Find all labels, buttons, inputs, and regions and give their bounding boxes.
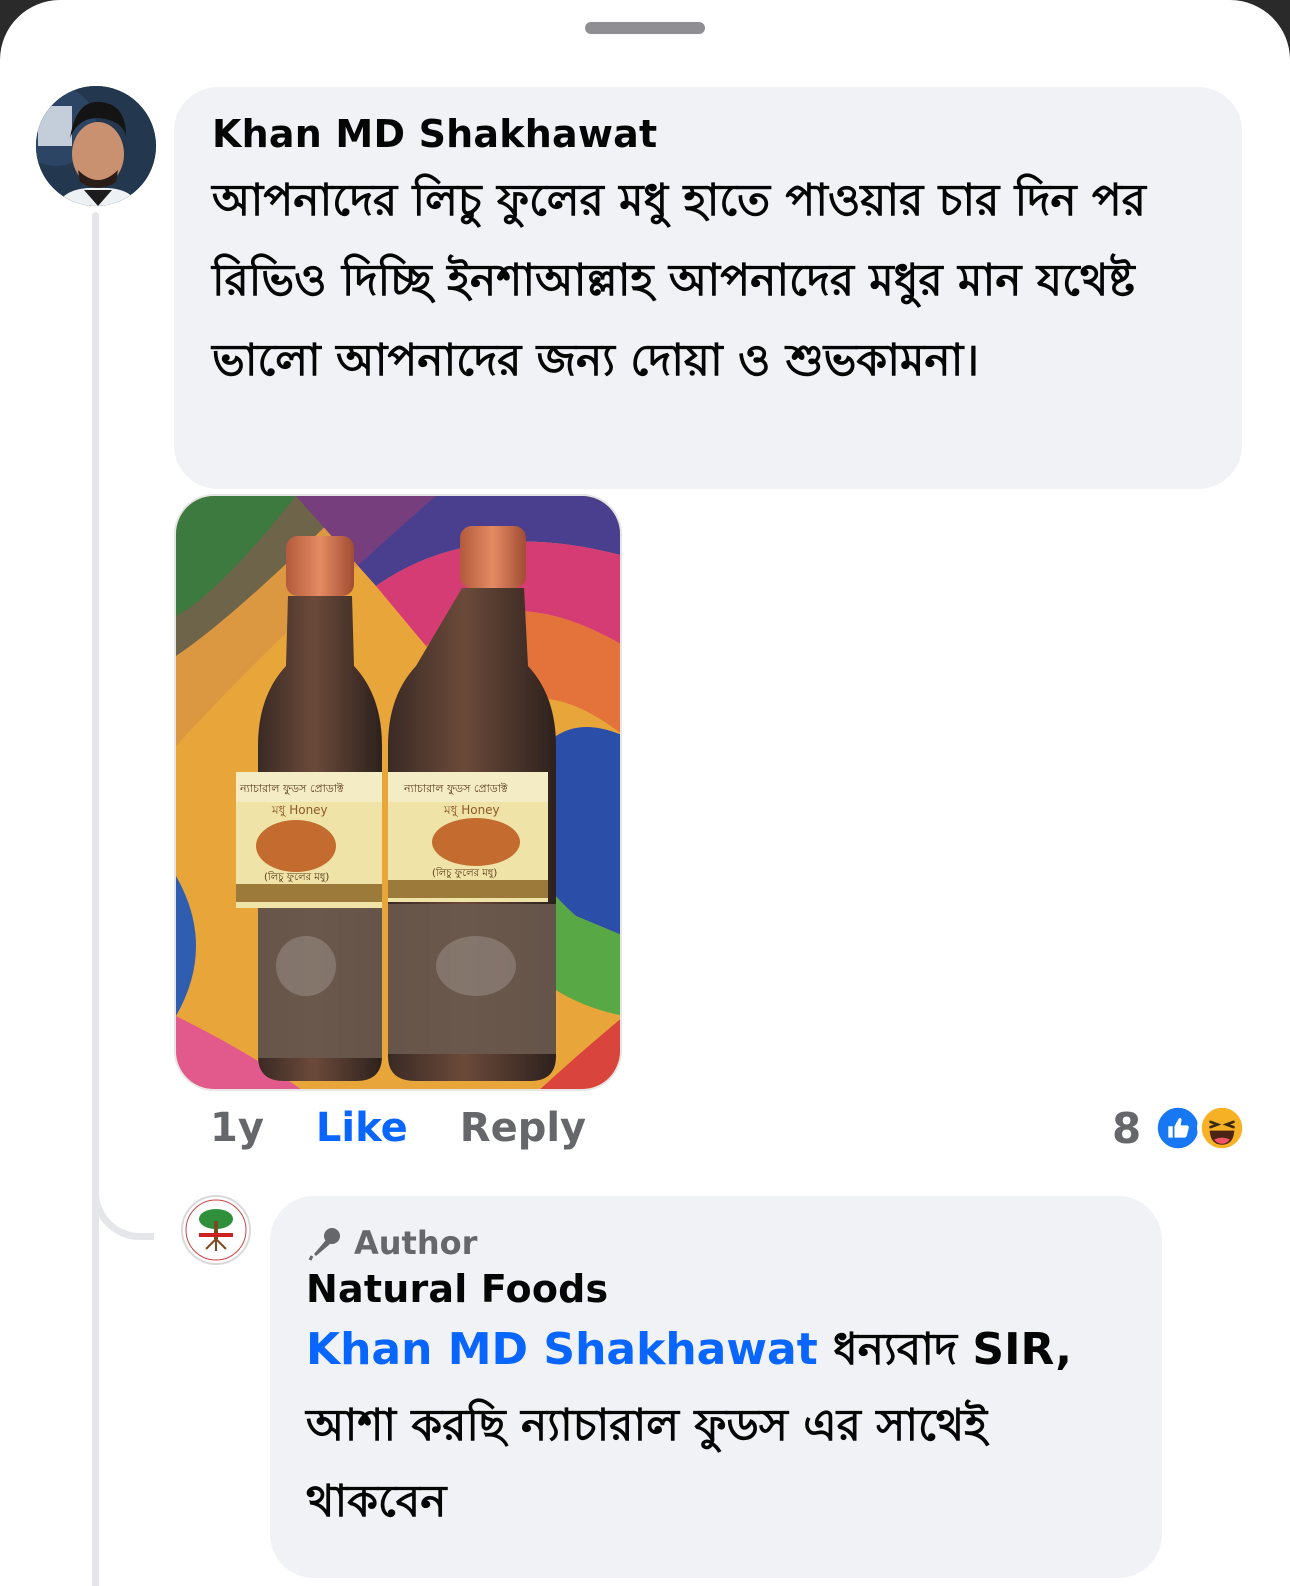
honey-bottles-image: ন্যাচারাল ফুডস প্রোডাক্ট ন্যাচারাল ফুডস … [176,496,620,1089]
comments-sheet: Khan MD Shakhawat আপনাদের লিচু ফুলের মধু… [0,0,1290,1586]
like-button[interactable]: Like [316,1105,408,1151]
tree-logo-icon [185,1199,247,1261]
comment-photo[interactable]: ন্যাচারাল ফুডস প্রোডাক্ট ন্যাচারাল ফুডস … [174,494,622,1091]
comment-author-name[interactable]: Khan MD Shakhawat [212,109,1204,159]
reply-author-name[interactable]: Natural Foods [306,1264,1126,1314]
microphone-icon [308,1228,340,1261]
page-avatar[interactable] [181,1195,251,1265]
reply-bubble[interactable]: Author Natural Foods Khan MD Shakhawat ধ… [270,1196,1162,1578]
thread-connector-line [92,212,99,1586]
photo-honey-text: মধু Honey [271,803,328,818]
author-badge: Author [306,1222,1126,1264]
reactions-summary[interactable]: 8 [1112,1098,1248,1158]
photo-honey-text: মধু Honey [443,803,500,818]
author-badge-label: Author [354,1224,478,1262]
mention-link[interactable]: Khan MD Shakhawat [306,1324,818,1375]
comment-text: আপনাদের লিচু ফুলের মধু হাতে পাওয়ার চার … [212,175,1147,386]
comment-bubble[interactable]: Khan MD Shakhawat আপনাদের লিচু ফুলের মধু… [174,87,1242,489]
reply-button[interactable]: Reply [460,1105,586,1151]
avatar[interactable] [36,86,156,206]
haha-reaction-icon [1197,1103,1248,1153]
comment-age[interactable]: 1y [210,1105,264,1151]
sheet-grabber[interactable] [585,22,705,34]
avatar-photo [36,86,156,206]
reply-text: Khan MD Shakhawat ধন্যবাদ SIR, আশা করছি … [306,1312,1126,1540]
thread-connector-curve [92,1150,154,1240]
reaction-count: 8 [1112,1103,1142,1153]
photo-sub-text: (লিচু ফুলের মধু) [264,871,329,883]
photo-sub-text: (লিচু ফুলের মধু) [432,867,497,879]
like-reaction-icon [1153,1103,1204,1153]
comment-actions: 1y Like Reply [210,1100,586,1156]
photo-label-text: ন্যাচারাল ফুডস প্রোডাক্ট [239,782,344,795]
photo-label-text: ন্যাচারাল ফুডস প্রোডাক্ট [403,782,508,795]
